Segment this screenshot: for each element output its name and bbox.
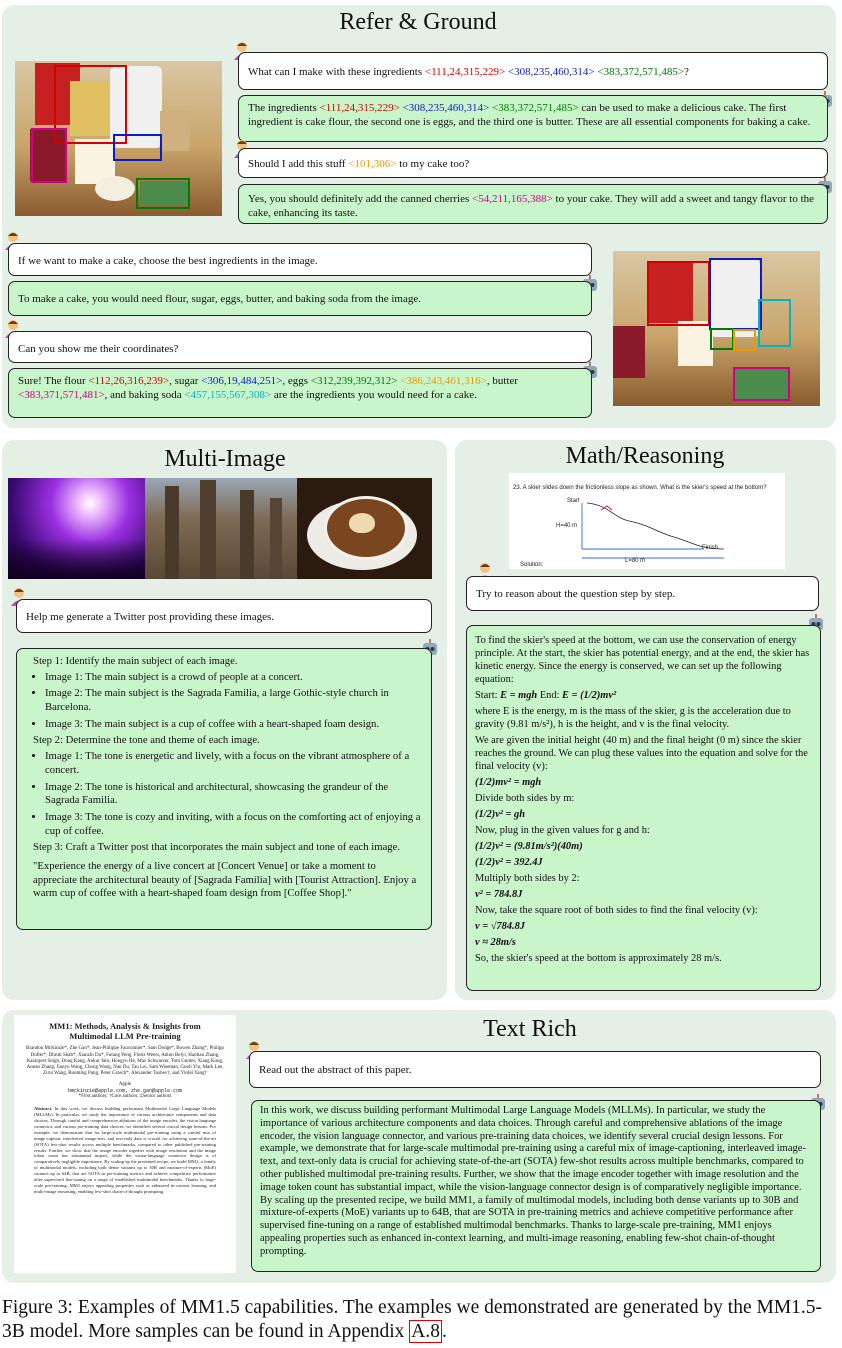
ingredients-photo-2 [613, 251, 820, 406]
math-step: Multiply both sides by 2: [475, 873, 580, 884]
text-rich-title: Text Rich [483, 1016, 577, 1042]
list-item: Image 3: The tone is cozy and inviting, … [45, 811, 421, 838]
equation: (1/2)mv² = mgh [475, 777, 542, 788]
label-height: H=40 m [556, 523, 578, 529]
math-title: Math/Reasoning [565, 443, 725, 469]
text-rich-question: Read out the abstract of this paper. [249, 1051, 821, 1088]
bbox-butter [733, 367, 790, 401]
label-length: L=80 m [625, 558, 646, 564]
refer-question-4: Can you show me their coordinates? [8, 331, 592, 363]
step-2-list: Image 1: The tone is energetic and livel… [33, 750, 421, 838]
math-paragraph: where E is the energy, m is the mass of … [475, 706, 791, 730]
equation: v = √784.8J [475, 921, 526, 932]
paper-authors: Brandon McKinzie*, Zhe Gan*, Jean-Philip… [26, 1046, 224, 1077]
multi-image-title: Multi-Image [164, 446, 286, 472]
figure-caption: Figure 3: Examples of MM1.5 capabilities… [2, 1297, 823, 1343]
bbox-eggs-2 [733, 329, 756, 351]
list-item: Image 2: The tone is historical and arch… [45, 781, 421, 808]
bbox-flour [647, 261, 710, 326]
math-conclusion: So, the skier's speed at the bottom is a… [475, 953, 722, 964]
twitter-post: "Experience the energy of a live concert… [33, 859, 417, 900]
refer-question-3: If we want to make a cake, choose the be… [8, 243, 592, 276]
math-step: Now, take the square root of both sides … [475, 905, 758, 916]
list-item: Image 3: The main subject is a cup of co… [45, 718, 421, 732]
concert-photo [8, 478, 145, 579]
appendix-link[interactable]: A.8 [409, 1319, 442, 1343]
math-step: Divide both sides by m: [475, 793, 575, 804]
refer-answer-1: The ingredients <111,24,315,229> <308,23… [238, 95, 828, 142]
energy-equation: Start: E = mgh End: E = (1/2)mv² [475, 690, 617, 701]
text-rich-answer: In this work, we discuss building perfor… [251, 1100, 821, 1272]
list-item: Image 2: The main subject is the Sagrada… [45, 687, 421, 714]
coffee-photo [297, 478, 432, 579]
refer-question-2: Should I add this stuff <101,306> to my … [238, 148, 828, 178]
paper-abstract: Abstract. In this work, we discuss build… [34, 1106, 216, 1194]
slope-diagram [581, 502, 725, 559]
equation: (1/2)v² = 392.4J [475, 857, 543, 868]
refer-ground-title: Refer & Ground [339, 9, 497, 35]
list-item: Image 1: The tone is energetic and livel… [45, 750, 421, 777]
step-2: Step 2: Determine the tone and theme of … [33, 734, 260, 747]
ingredients-photo-1 [15, 61, 222, 216]
math-question: Try to reason about the question step by… [466, 576, 819, 611]
equation: (1/2)v² = gh [475, 809, 526, 820]
refer-question-1: What can I make with these ingredients <… [238, 52, 828, 90]
bbox-eggs [710, 328, 734, 350]
step-1-list: Image 1: The main subject is a crowd of … [33, 671, 421, 732]
refer-answer-3: To make a cake, you would need flour, su… [8, 281, 592, 316]
refer-answer-4: Sure! The flour <112,26,316,239>, sugar … [8, 368, 592, 418]
bbox-cherries [31, 128, 67, 183]
list-item: Image 1: The main subject is a crowd of … [45, 671, 421, 685]
skier-problem-figure: 23. A skier slides down the frictionless… [509, 473, 785, 569]
step-1: Step 1: Identify the main subject of eac… [33, 655, 238, 667]
label-solution: Solution: [520, 562, 544, 568]
math-paragraph: To find the skier's speed at the bottom,… [475, 635, 810, 685]
multi-image-question: Help me generate a Twitter post providin… [16, 599, 432, 633]
refer-answer-2: Yes, you should definitely add the canne… [238, 184, 828, 224]
bbox-eggs [113, 134, 162, 161]
label-finish: Finish [702, 545, 719, 551]
math-answer: To find the skier's speed at the bottom,… [466, 625, 821, 991]
multi-image-answer: Step 1: Identify the main subject of eac… [16, 648, 432, 930]
bbox-butter [136, 178, 190, 209]
paper-title: MM1: Methods, Analysis & Insights from M… [49, 1021, 201, 1042]
math-step: Now, plug in the given values for g and … [475, 825, 650, 836]
equation: v² = 784.8J [475, 889, 523, 900]
paper-thumbnail: MM1: Methods, Analysis & Insights from M… [14, 1015, 236, 1273]
paper-note: *First authors; †Core authors; ‡Senior a… [78, 1094, 172, 1100]
bbox-baking-soda [758, 299, 791, 347]
step-3: Step 3: Craft a Twitter post that incorp… [33, 841, 401, 854]
sagrada-familia-photo [145, 478, 297, 579]
bbox-sugar [709, 258, 762, 330]
equation: v ≈ 28m/s [475, 937, 516, 948]
label-start: Start [567, 498, 580, 504]
math-paragraph: We are given the initial height (40 m) a… [475, 735, 808, 772]
equation: (1/2)v² = (9.81m/s²)(40m) [475, 841, 583, 852]
